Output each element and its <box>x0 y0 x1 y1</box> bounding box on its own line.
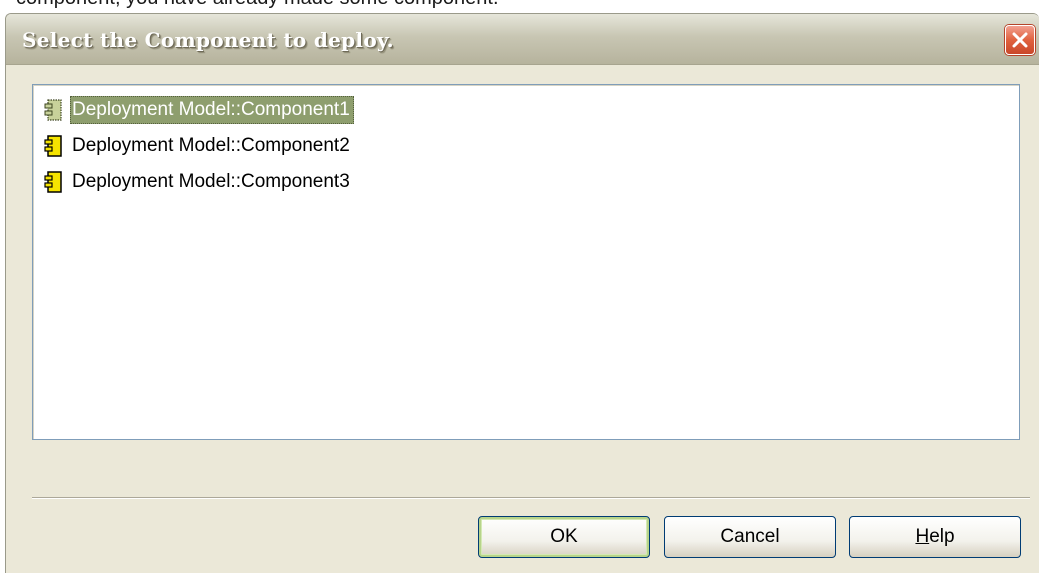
component-icon <box>43 171 63 193</box>
component-list[interactable]: Deployment Model::Component1 Deployment … <box>32 84 1020 440</box>
component-icon <box>43 99 63 121</box>
title-bar[interactable]: Select the Component to deploy. <box>6 14 1039 65</box>
cancel-button[interactable]: Cancel <box>664 516 836 558</box>
button-separator <box>32 497 1030 499</box>
list-item-label: Deployment Model::Component2 <box>72 135 350 156</box>
list-item[interactable]: Deployment Model::Component3 <box>43 167 354 197</box>
help-label-rest: elp <box>929 526 955 547</box>
list-item[interactable]: Deployment Model::Component1 <box>43 95 354 125</box>
ok-button-label: OK <box>550 526 578 547</box>
help-button-label: Help <box>915 526 954 548</box>
help-button[interactable]: Help <box>849 516 1021 558</box>
cancel-button-label: Cancel <box>720 526 780 547</box>
list-item-label: Deployment Model::Component3 <box>72 171 350 192</box>
ok-button[interactable]: OK <box>478 516 650 558</box>
list-item[interactable]: Deployment Model::Component2 <box>43 131 354 161</box>
list-item-label: Deployment Model::Component1 <box>70 96 354 124</box>
component-icon <box>43 135 63 157</box>
close-icon <box>1011 31 1029 49</box>
close-button[interactable] <box>1005 25 1035 55</box>
dialog-title: Select the Component to deploy. <box>22 28 394 52</box>
background-caption-text: component, you have already made some co… <box>16 0 499 10</box>
select-component-dialog: Select the Component to deploy. Deployme… <box>5 13 1039 573</box>
help-mnemonic: H <box>915 526 930 547</box>
